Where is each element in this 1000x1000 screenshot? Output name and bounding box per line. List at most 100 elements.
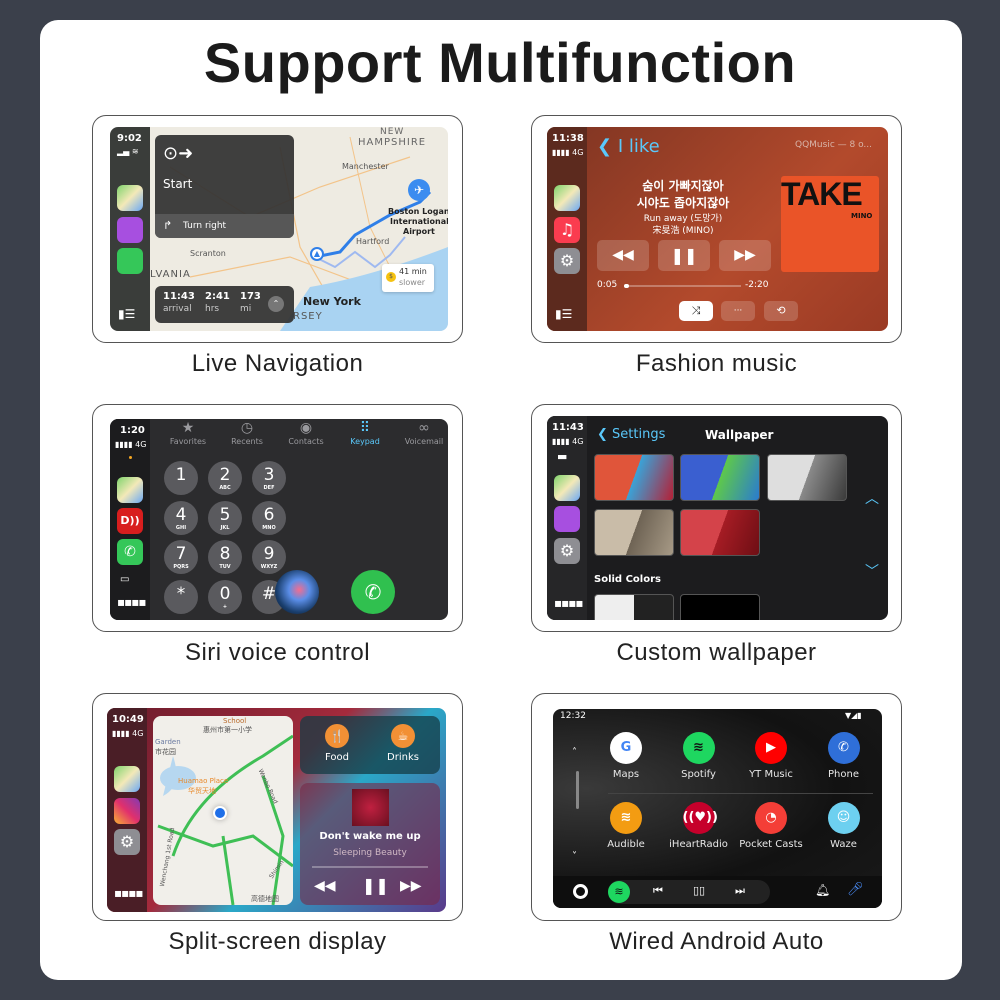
spotify-mini-icon[interactable]: ≋	[608, 881, 630, 903]
split-map-view[interactable]: School 惠州市第一小学 Garden 市花园 Huamao Place 华…	[153, 716, 293, 905]
status-icons: ▼◢▮	[845, 711, 862, 720]
settings-app-icon[interactable]: ⚙	[554, 248, 580, 274]
keypad-key[interactable]: *	[164, 579, 198, 614]
siri-orb-icon[interactable]	[275, 570, 319, 614]
pause-button[interactable]: ❚❚	[362, 876, 389, 895]
app-grid-icon[interactable]: ▪▪▪▪	[114, 886, 144, 900]
maps-app-icon[interactable]	[114, 766, 140, 792]
messages-app-icon[interactable]	[117, 248, 143, 274]
music-app-icon[interactable]: ♫	[554, 217, 580, 243]
keypad-key[interactable]: 9 WXYZ	[252, 540, 286, 574]
home-button[interactable]	[573, 884, 588, 899]
dashboard-icon[interactable]: ▮☰	[555, 307, 572, 321]
pause-button[interactable]: ▯▯	[693, 884, 705, 897]
tab-keypad[interactable]: ⠿ Keypad	[335, 419, 395, 446]
scroll-down-icon[interactable]: ˅	[572, 851, 577, 862]
map-label: LVANIA	[150, 269, 191, 280]
back-button[interactable]: ❮ Settings	[597, 427, 665, 442]
yt-music-app-icon[interactable]: ▶	[755, 732, 787, 764]
drinks-button[interactable]: Drinks	[378, 752, 428, 763]
pocket-casts-app-icon[interactable]: ◔	[755, 802, 787, 834]
keypad-key[interactable]: 3 DEF	[252, 461, 286, 495]
maps-app-icon[interactable]	[117, 185, 143, 211]
more-button[interactable]: ···	[721, 301, 755, 321]
solid-color-option[interactable]	[594, 594, 674, 620]
next-track-button[interactable]: ⏭	[735, 884, 745, 898]
keypad-key[interactable]: 7 PQRS	[164, 540, 198, 574]
scroll-up-icon[interactable]: ˄	[572, 747, 577, 758]
spotify-app-icon[interactable]: ≋	[682, 732, 715, 764]
radio-app-icon[interactable]: D))	[117, 508, 143, 534]
solid-color-option[interactable]	[680, 594, 760, 620]
drinks-icon[interactable]: ☕	[391, 724, 415, 748]
repeat-button[interactable]: ⟲	[764, 301, 798, 321]
pause-button[interactable]: ❚❚	[658, 240, 710, 271]
keypad-key[interactable]: 8 TUV	[208, 540, 242, 574]
alt-route-callout[interactable]: $ 41 min slower	[382, 264, 434, 292]
podcasts-app-icon[interactable]	[117, 217, 143, 243]
back-chevron-icon: ❮	[597, 136, 613, 157]
keypad-key[interactable]: 0 +	[208, 579, 242, 614]
wallpaper-option[interactable]	[680, 454, 760, 501]
audible-app-icon[interactable]: ≋	[610, 802, 642, 834]
shuffle-button[interactable]: ⤨	[679, 301, 713, 321]
phone-app-icon[interactable]: ✆	[117, 539, 143, 565]
podcasts-app-icon[interactable]	[554, 506, 580, 532]
maps-app-icon[interactable]	[554, 185, 580, 211]
scrollbar[interactable]	[576, 771, 579, 809]
food-button[interactable]: Food	[312, 752, 362, 763]
tab-favorites[interactable]: ★ Favorites	[158, 419, 218, 446]
map-label: Airport	[403, 227, 435, 236]
notification-bell-icon[interactable]: 🔔︎	[815, 883, 830, 897]
waze-app-icon[interactable]: ☺	[827, 802, 860, 834]
rewind-button[interactable]: ◀◀	[597, 240, 649, 271]
phone-app-icon[interactable]: ✆	[827, 732, 860, 764]
rewind-button[interactable]: ◀◀	[314, 878, 336, 894]
eta-panel[interactable]: 11:43 arrival 2:41 hrs 173 mi ⌃	[155, 286, 294, 323]
progress-bar[interactable]	[312, 866, 428, 868]
battery-icon: ▭	[120, 574, 130, 585]
wallpaper-option[interactable]	[594, 509, 674, 556]
call-button[interactable]: ✆	[351, 570, 395, 614]
settings-app-icon[interactable]: ⚙	[114, 829, 140, 855]
page-title: Support Multifunction	[203, 31, 797, 94]
signal-wifi-icon: ▂▄ ≋	[117, 147, 139, 156]
previous-track-button[interactable]: ⏮	[653, 884, 663, 898]
keypad-key[interactable]: 6 MNO	[252, 500, 286, 535]
now-playing-panel: Don't wake me up Sleeping Beauty ◀◀ ❚❚ ▶…	[300, 783, 440, 905]
instagram-app-icon[interactable]	[114, 798, 140, 824]
expand-chevron-icon[interactable]: ⌃	[268, 296, 284, 312]
wallpaper-option[interactable]	[767, 454, 847, 501]
microphone-icon[interactable]: 🎤︎	[847, 882, 864, 897]
start-arrow-icon: ⊙➜	[163, 143, 194, 164]
maps-app-icon[interactable]	[117, 477, 143, 503]
maps-app-icon[interactable]	[554, 475, 580, 501]
settings-app-icon[interactable]: ⚙	[554, 538, 580, 564]
tab-contacts[interactable]: ◉ Contacts	[276, 419, 336, 446]
tab-recents[interactable]: ◷ Recents	[217, 419, 277, 446]
airport-pin-icon[interactable]: ✈	[408, 179, 430, 201]
keypad-key[interactable]: 5 JKL	[208, 500, 242, 535]
iheartradio-app-icon[interactable]: ((♥))	[682, 802, 718, 834]
tab-voicemail[interactable]: ∞ Voicemail	[394, 419, 448, 446]
scroll-up-icon[interactable]: ︿	[865, 488, 879, 508]
wallpaper-option[interactable]	[680, 509, 760, 556]
maps-app-icon[interactable]: G	[610, 732, 642, 764]
maneuver-panel[interactable]: ⊙➜ Start ↱ Turn right	[155, 135, 294, 238]
keypad-key[interactable]: 2 ABC	[208, 461, 242, 495]
scroll-down-icon[interactable]: ﹀	[865, 561, 879, 581]
app-grid-icon[interactable]: ▪▪▪▪	[117, 595, 147, 609]
fast-forward-button[interactable]: ▶▶	[400, 878, 422, 894]
dashboard-icon[interactable]: ▮☰	[118, 307, 135, 321]
wallpaper-screen: 11:43 ▮▮▮▮ 4G ▬ ⚙ ▪▪▪▪ ❮ Settings Wallpa…	[547, 416, 888, 620]
fast-forward-button[interactable]: ▶▶	[719, 240, 771, 271]
food-icon[interactable]: 🍴	[325, 724, 349, 748]
progress-bar[interactable]	[624, 284, 741, 288]
back-button[interactable]: ❮ I like	[597, 136, 660, 157]
wallpaper-option[interactable]	[594, 454, 674, 501]
app-grid-icon[interactable]: ▪▪▪▪	[554, 596, 584, 610]
map-label: RSEY	[293, 311, 323, 322]
keypad-key[interactable]: 4 GHI	[164, 500, 198, 535]
keypad-key[interactable]: 1	[164, 461, 198, 495]
map-label: New York	[303, 295, 361, 308]
